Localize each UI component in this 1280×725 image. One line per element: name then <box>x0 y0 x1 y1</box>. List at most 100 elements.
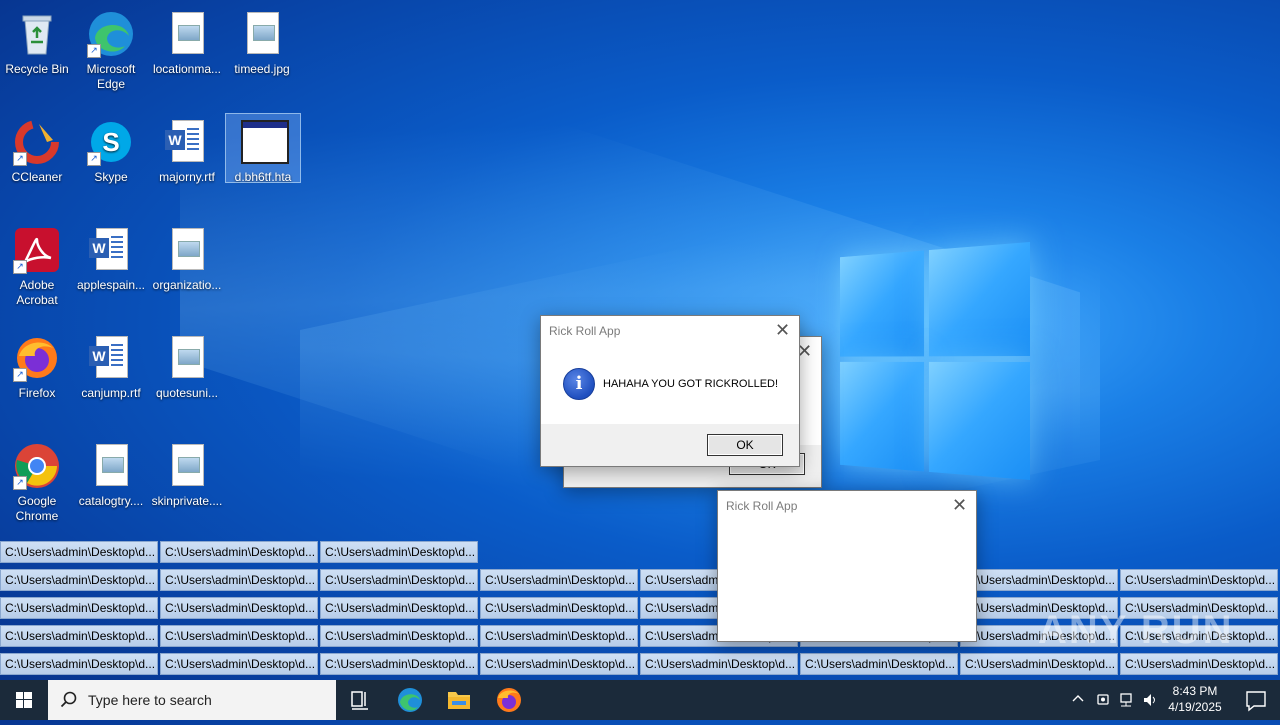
image-file-icon <box>87 442 135 490</box>
cmd-window-strip[interactable]: C:\Users\admin\Desktop\d... <box>320 541 478 563</box>
cmd-window-strip[interactable]: C:\Users\admin\Desktop\d... <box>320 597 478 619</box>
chrome-icon: ↗ <box>13 442 61 490</box>
rick-roll-dialog-empty[interactable]: Rick Roll App ✕ <box>717 490 977 642</box>
volume-icon[interactable] <box>1142 692 1158 708</box>
icon-label: canjump.rtf <box>81 386 141 400</box>
start-button[interactable] <box>0 680 48 720</box>
cmd-window-strip[interactable]: C:\Users\admin\Desktop\d... <box>320 569 478 591</box>
icon-label: Microsoft Edge <box>86 62 136 91</box>
word-document-icon: W <box>87 334 135 382</box>
icon-label: organizatio... <box>152 278 222 292</box>
cmd-window-strip[interactable]: C:\Users\admin\Desktop\d... <box>960 653 1118 675</box>
cmd-window-strip[interactable]: C:\Users\admin\Desktop\d... <box>320 653 478 675</box>
cmd-window-strip[interactable]: C:\Users\admin\Desktop\d... <box>0 653 158 675</box>
desktop-icon-organizatio[interactable]: organizatio... <box>150 222 224 293</box>
desktop-icon-canjump[interactable]: W canjump.rtf <box>74 330 148 401</box>
firefox-icon: ↗ <box>13 334 61 382</box>
desktop-icon-catalogtry[interactable]: catalogtry.... <box>74 438 148 509</box>
desktop-icon-adobe-acrobat[interactable]: ↗ Adobe Acrobat <box>0 222 74 308</box>
icon-label: majorny.rtf <box>159 170 215 184</box>
cmd-window-strip[interactable]: C:\Users\admin\Desktop\d... <box>0 541 158 563</box>
desktop-icon-applespain[interactable]: W applespain... <box>74 222 148 293</box>
cmd-window-strip[interactable]: C:\Users\admin\Desktop\d... <box>0 597 158 619</box>
taskbar-search-box[interactable]: Type here to search <box>48 680 336 720</box>
taskbar-file-explorer[interactable] <box>435 680 483 720</box>
ok-button[interactable]: OK <box>707 434 783 456</box>
desktop-icon-firefox[interactable]: ↗ Firefox <box>0 330 74 401</box>
desktop-icon-hta[interactable]: d.bh6tf.hta <box>225 113 301 184</box>
desktop-icon-timeed[interactable]: timeed.jpg <box>225 6 299 77</box>
shortcut-arrow-icon: ↗ <box>13 260 27 274</box>
network-icon[interactable] <box>1118 692 1134 708</box>
taskbar-clock[interactable]: 8:43 PM 4/19/2025 <box>1160 683 1230 715</box>
desktop-icon-majorny[interactable]: W majorny.rtf <box>150 114 224 185</box>
rick-roll-dialog[interactable]: Rick Roll App ✕ i HAHAHA YOU GOT RICKROL… <box>540 315 800 467</box>
cmd-window-strip[interactable]: C:\Users\admin\Desktop\d... <box>160 597 318 619</box>
cmd-window-strip[interactable]: C:\Users\admin\Desktop\d... <box>160 653 318 675</box>
task-view-button[interactable] <box>336 680 384 720</box>
desktop-icon-locationma[interactable]: locationma... <box>150 6 224 77</box>
taskbar: Type here to search 8:43 PM 4/19/2025 <box>0 680 1280 720</box>
cmd-window-strip[interactable]: C:\Users\admin\Desktop\d... <box>1120 569 1278 591</box>
dialog-title: Rick Roll App <box>726 499 798 513</box>
icon-label: Firefox <box>18 386 56 400</box>
image-file-icon <box>163 442 211 490</box>
icon-label: d.bh6tf.hta <box>234 170 292 184</box>
close-icon[interactable]: ✕ <box>775 320 790 340</box>
dialog-title: Rick Roll App <box>549 324 621 338</box>
taskbar-edge[interactable] <box>386 680 434 720</box>
recycle-bin-icon <box>13 10 61 58</box>
desktop-icon-ccleaner[interactable]: ↗ CCleaner <box>0 114 74 185</box>
meet-now-icon[interactable] <box>1096 692 1110 708</box>
cmd-window-strip[interactable]: C:\Users\admin\Desktop\d... <box>160 541 318 563</box>
shortcut-arrow-icon: ↗ <box>13 368 27 382</box>
watermark-logo: ANY RUN <box>1038 608 1234 652</box>
cmd-window-strip[interactable]: C:\Users\admin\Desktop\d... <box>0 569 158 591</box>
cmd-window-strip[interactable]: C:\Users\admin\Desktop\d... <box>160 569 318 591</box>
image-file-icon <box>163 334 211 382</box>
folder-icon <box>448 692 470 709</box>
shortcut-arrow-icon: ↗ <box>87 44 101 58</box>
icon-label: locationma... <box>152 62 222 76</box>
desktop-icon-skype[interactable]: S ↗ Skype <box>74 114 148 185</box>
close-icon[interactable]: ✕ <box>952 495 967 515</box>
desktop-icon-recycle-bin[interactable]: Recycle Bin <box>0 6 74 77</box>
task-view-icon <box>351 691 368 710</box>
icon-label: skinprivate.... <box>151 494 223 508</box>
cmd-window-strip[interactable]: C:\Users\admin\Desktop\d... <box>320 625 478 647</box>
cmd-window-strip[interactable]: C:\Users\admin\Desktop\d... <box>800 653 958 675</box>
cmd-window-strip[interactable]: C:\Users\admin\Desktop\d... <box>480 597 638 619</box>
shortcut-arrow-icon: ↗ <box>13 476 27 490</box>
cmd-window-strip[interactable]: C:\Users\admin\Desktop\d... <box>0 625 158 647</box>
desktop-icon-skinprivate[interactable]: skinprivate.... <box>150 438 224 509</box>
shortcut-arrow-icon: ↗ <box>87 152 101 166</box>
icon-label: Google Chrome <box>15 494 59 523</box>
icon-label: CCleaner <box>11 170 63 184</box>
cmd-window-strip[interactable]: C:\Users\admin\Desktop\d... <box>480 653 638 675</box>
action-center-button[interactable] <box>1232 680 1280 720</box>
desktop-icon-microsoft-edge[interactable]: ↗ Microsoft Edge <box>74 6 148 92</box>
taskbar-firefox[interactable] <box>485 680 533 720</box>
chevron-up-icon[interactable] <box>1072 693 1084 705</box>
cmd-window-strip[interactable]: C:\Users\admin\Desktop\d... <box>160 625 318 647</box>
windows-start-icon <box>16 692 32 708</box>
word-document-icon: W <box>163 118 211 166</box>
system-tray <box>1066 680 1156 720</box>
search-icon <box>60 691 77 708</box>
image-file-icon <box>238 10 286 58</box>
icon-label: applespain... <box>76 278 146 292</box>
word-document-icon: W <box>87 226 135 274</box>
desktop-icon-google-chrome[interactable]: ↗ Google Chrome <box>0 438 74 524</box>
dialog-message: HAHAHA YOU GOT RICKROLLED! <box>603 378 779 390</box>
firefox-icon <box>497 688 521 712</box>
desktop-icon-quotesuni[interactable]: quotesuni... <box>150 330 224 401</box>
cmd-window-strip[interactable]: C:\Users\admin\Desktop\d... <box>640 653 798 675</box>
cmd-window-strip[interactable]: C:\Users\admin\Desktop\d... <box>960 569 1118 591</box>
image-file-icon <box>163 226 211 274</box>
search-placeholder: Type here to search <box>88 692 212 708</box>
ccleaner-icon: ↗ <box>13 118 61 166</box>
icon-label: Skype <box>94 170 128 184</box>
cmd-window-strip[interactable]: C:\Users\admin\Desktop\d... <box>480 569 638 591</box>
cmd-window-strip[interactable]: C:\Users\admin\Desktop\d... <box>480 625 638 647</box>
cmd-window-strip[interactable]: C:\Users\admin\Desktop\d... <box>1120 653 1278 675</box>
